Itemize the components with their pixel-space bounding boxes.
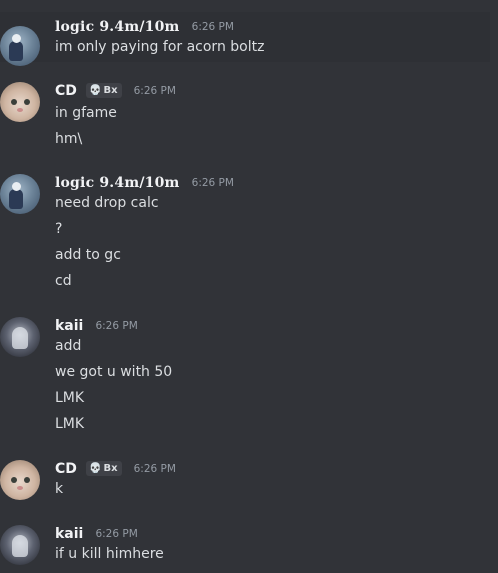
message-text: ? [55, 221, 63, 237]
avatar[interactable] [0, 26, 40, 66]
message-text: we got u with 50 [55, 364, 173, 380]
timestamp[interactable]: 6:26 PM [134, 463, 176, 475]
message-group-logic[interactable]: logic 9.4m/10m 6:26 PM im only paying fo… [0, 12, 490, 66]
message-group-kaii[interactable]: kaii 6:26 PM add we got u with 50 LMK LM… [0, 315, 490, 437]
message-text: LMK [55, 416, 85, 432]
guild-tag-label: Bx [103, 85, 118, 96]
message-text: add to gc [55, 247, 121, 263]
username[interactable]: CD [55, 83, 77, 99]
message-text: LMK [55, 390, 85, 406]
username[interactable]: kaii [55, 526, 83, 542]
timestamp[interactable]: 6:26 PM [95, 528, 137, 540]
message-text: im only paying for acorn boltz [55, 39, 265, 55]
message-header: CD 💀 Bx 6:26 PM [55, 458, 176, 478]
avatar[interactable] [0, 317, 40, 357]
message-text: in gfame [55, 105, 117, 121]
message-header: logic 9.4m/10m 6:26 PM [55, 172, 234, 192]
message-text: if u kill himhere [55, 546, 164, 562]
message-header: kaii 6:26 PM [55, 315, 138, 335]
message-group-cd[interactable]: CD 💀 Bx 6:26 PM in gfame hm\ [0, 80, 490, 152]
message-header: kaii 6:26 PM [55, 523, 138, 543]
message-group-kaii[interactable]: kaii 6:26 PM if u kill himhere [0, 523, 490, 571]
avatar[interactable] [0, 174, 40, 214]
message-group-cd[interactable]: CD 💀 Bx 6:26 PM k [0, 458, 490, 504]
guild-tag[interactable]: 💀 Bx [86, 83, 122, 98]
message-text: cd [55, 273, 72, 289]
message-text: hm\ [55, 131, 83, 147]
message-group-logic[interactable]: logic 9.4m/10m 6:26 PM need drop calc ? … [0, 172, 490, 294]
timestamp[interactable]: 6:26 PM [192, 21, 234, 33]
message-header: logic 9.4m/10m 6:26 PM [55, 16, 234, 36]
username[interactable]: logic 9.4m/10m [55, 19, 180, 35]
guild-tag-label: Bx [103, 463, 118, 474]
timestamp[interactable]: 6:26 PM [134, 85, 176, 97]
message-text: need drop calc [55, 195, 159, 211]
avatar[interactable] [0, 525, 40, 565]
avatar[interactable] [0, 82, 40, 122]
timestamp[interactable]: 6:26 PM [95, 320, 137, 332]
message-text: add [55, 338, 82, 354]
skull-icon: 💀 [89, 85, 102, 96]
message-text: k [55, 481, 64, 497]
guild-tag[interactable]: 💀 Bx [86, 461, 122, 476]
chat-message-list: logic 9.4m/10m 6:26 PM im only paying fo… [0, 0, 498, 573]
timestamp[interactable]: 6:26 PM [192, 177, 234, 189]
username[interactable]: kaii [55, 318, 83, 334]
username[interactable]: logic 9.4m/10m [55, 175, 180, 191]
avatar[interactable] [0, 460, 40, 500]
message-header: CD 💀 Bx 6:26 PM [55, 80, 176, 100]
username[interactable]: CD [55, 461, 77, 477]
skull-icon: 💀 [89, 463, 102, 474]
